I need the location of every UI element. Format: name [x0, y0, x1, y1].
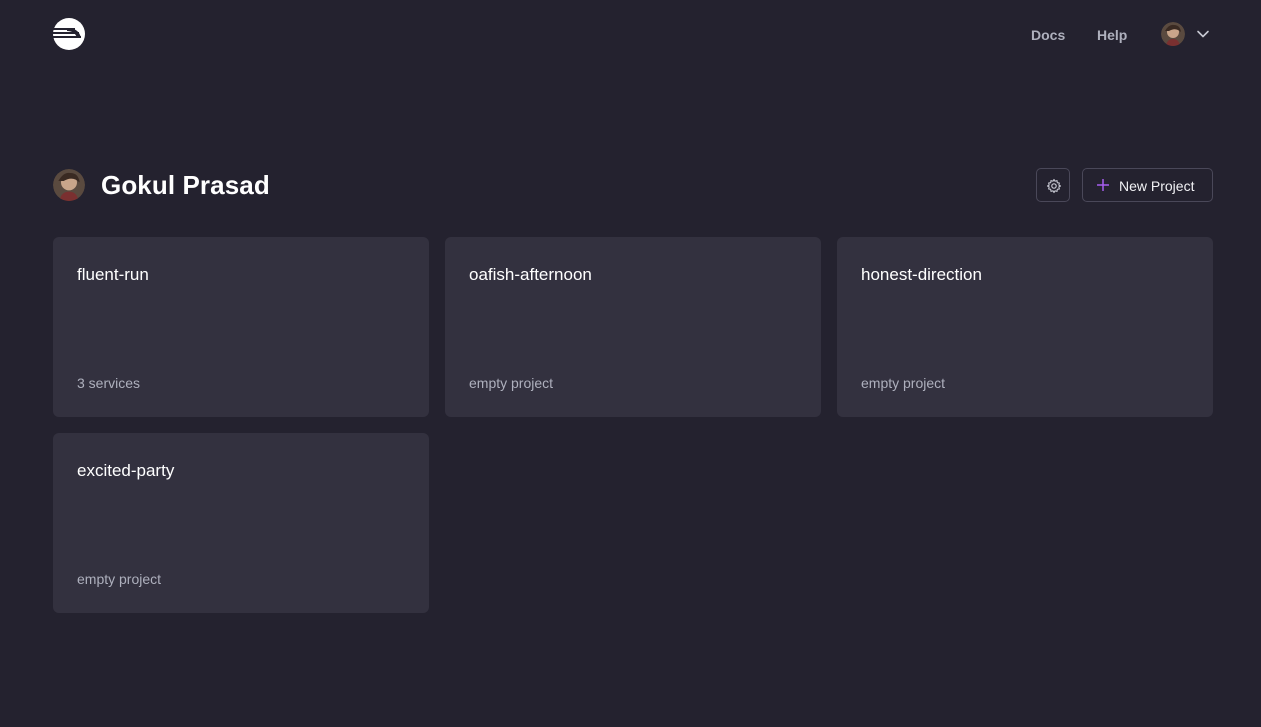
logo-icon[interactable]	[53, 18, 85, 50]
project-card[interactable]: honest-direction empty project	[837, 237, 1213, 417]
avatar	[1161, 22, 1185, 46]
project-card[interactable]: oafish-afternoon empty project	[445, 237, 821, 417]
plus-icon	[1097, 179, 1109, 191]
settings-button[interactable]	[1036, 168, 1070, 202]
project-meta: empty project	[77, 571, 162, 587]
help-link[interactable]: Help	[1097, 26, 1127, 44]
page-title: Gokul Prasad	[101, 170, 270, 200]
project-meta: 3 services	[77, 375, 141, 391]
project-meta: empty project	[469, 375, 554, 391]
project-card[interactable]: excited-party empty project	[53, 433, 429, 613]
docs-link[interactable]: Docs	[1031, 26, 1065, 44]
gear-icon	[1046, 178, 1062, 194]
page-header: Gokul Prasad New Project	[53, 168, 1213, 202]
chevron-down-icon	[1197, 30, 1209, 38]
avatar	[53, 169, 85, 201]
new-project-button[interactable]: New Project	[1082, 168, 1213, 202]
project-name: honest-direction	[861, 265, 982, 284]
project-name: oafish-afternoon	[469, 265, 592, 284]
top-nav: Docs Help	[0, 0, 1261, 70]
project-meta: empty project	[861, 375, 946, 391]
project-card[interactable]: fluent-run 3 services	[53, 237, 429, 417]
project-name: excited-party	[77, 461, 175, 480]
project-name: fluent-run	[77, 265, 149, 284]
new-project-label: New Project	[1119, 178, 1195, 194]
user-menu-button[interactable]	[1161, 22, 1213, 46]
